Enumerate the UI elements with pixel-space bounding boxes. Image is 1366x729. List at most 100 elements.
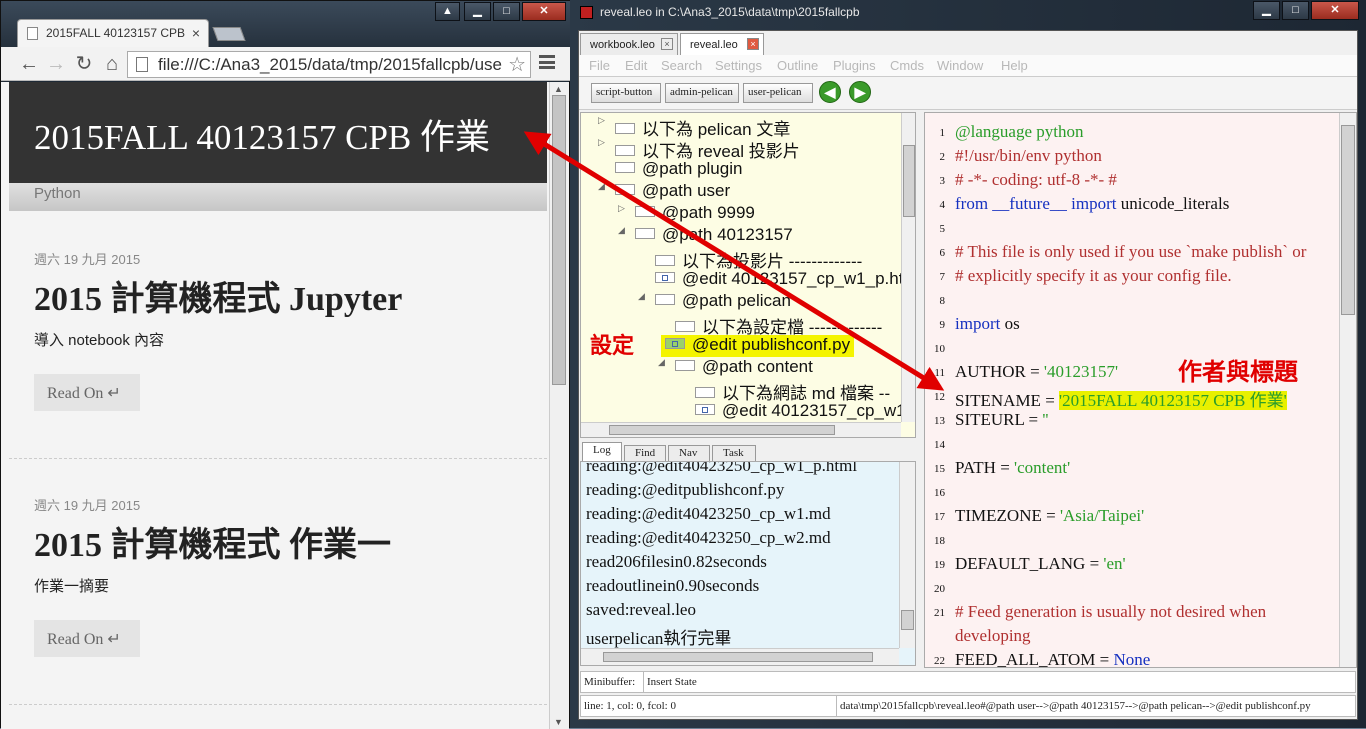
menu-settings[interactable]: Settings: [715, 58, 762, 73]
collapse-icon[interactable]: ◢: [638, 291, 645, 302]
line-number: 13: [934, 415, 945, 427]
code-token-highlighted: '2015FALL 40123157 CPB 作業': [1059, 391, 1287, 410]
minimize-button[interactable]: ▁: [1253, 1, 1280, 20]
log-tabs: Log Find Nav Task: [580, 441, 916, 463]
outline-scrollbar[interactable]: [901, 113, 915, 422]
scrollbar-thumb[interactable]: [901, 610, 914, 630]
expand-icon[interactable]: ▷: [598, 137, 605, 148]
outline-hscrollbar[interactable]: [581, 422, 901, 437]
home-icon[interactable]: ⌂: [100, 52, 124, 76]
tab-workbook[interactable]: workbook.leo ×: [580, 33, 678, 55]
status-path: data\tmp\2015fallcpb\reveal.leo#@path us…: [836, 696, 1356, 716]
tab-nav[interactable]: Nav: [668, 445, 710, 462]
scrollbar-thumb[interactable]: [1341, 125, 1355, 315]
bookmark-star-icon[interactable]: ☆: [508, 52, 526, 77]
menu-outline[interactable]: Outline: [777, 58, 818, 73]
page-scrollbar[interactable]: ▲ ▼: [549, 82, 569, 729]
menu-search[interactable]: Search: [661, 58, 702, 73]
menu-window[interactable]: Window: [937, 58, 983, 73]
button-bar: script-button admin-pelican user-pelican…: [579, 77, 1357, 110]
user-icon[interactable]: ▲: [435, 2, 460, 21]
outline-node[interactable]: @edit 40123157_cp_w1.m: [695, 401, 915, 423]
user-pelican-button[interactable]: user-pelican: [743, 83, 813, 103]
annotation-author-title: 作者與標題: [1178, 359, 1298, 386]
body-editor[interactable]: 1 2 3 4 5 6 7 8 9 10 11 12 13 14 15 16 1…: [924, 112, 1357, 668]
outline-node[interactable]: @edit 40123157_cp_w1_p.htm: [655, 269, 915, 291]
close-icon[interactable]: ×: [661, 38, 673, 50]
new-tab-button[interactable]: [212, 27, 246, 41]
menu-edit[interactable]: Edit: [625, 58, 647, 73]
outline-node[interactable]: ▷ @path 9999: [618, 203, 755, 225]
back-icon[interactable]: ←: [17, 52, 41, 76]
outline-node[interactable]: ▷ 以下為 pelican 文章: [598, 115, 790, 139]
scrollbar-thumb[interactable]: [903, 145, 915, 217]
menu-help[interactable]: Help: [1001, 58, 1028, 73]
outline-node[interactable]: ◢ @path content: [658, 357, 813, 379]
admin-pelican-button[interactable]: admin-pelican: [665, 83, 739, 103]
outline-node[interactable]: ◢ @path 40123157: [618, 225, 793, 247]
outline-node[interactable]: 以下為設定檔 -------------: [675, 313, 882, 337]
collapse-icon[interactable]: ◢: [598, 181, 605, 192]
script-button[interactable]: script-button: [591, 83, 661, 103]
scroll-up-icon[interactable]: ▲: [554, 84, 563, 94]
tab-task[interactable]: Task: [712, 445, 756, 462]
post-title[interactable]: 2015 計算機程式 作業一: [34, 517, 391, 566]
code-line: developing: [955, 626, 1031, 645]
forward-icon[interactable]: →: [44, 52, 68, 76]
scrollbar-thumb[interactable]: [609, 425, 835, 435]
menu-cmds[interactable]: Cmds: [890, 58, 924, 73]
outline-node-selected[interactable]: @edit publishconf.py: [661, 335, 855, 357]
line-number: 21: [934, 607, 945, 619]
code-token: SITEURL =: [955, 410, 1043, 429]
minibuffer-input[interactable]: Insert State: [643, 672, 1355, 692]
expand-icon[interactable]: ▷: [598, 115, 605, 126]
nav-item-python[interactable]: Python: [34, 185, 81, 202]
scrollbar-thumb[interactable]: [552, 95, 566, 385]
back-arrow-icon[interactable]: ◀: [819, 81, 841, 103]
line-number: 20: [934, 583, 945, 595]
menu-icon[interactable]: [539, 55, 555, 69]
collapse-icon[interactable]: ◢: [618, 225, 625, 236]
outline-node[interactable]: @path plugin: [615, 159, 742, 181]
outline-node[interactable]: ◢ @path pelican: [638, 291, 791, 313]
browser-tab[interactable]: 2015FALL 40123157 CPB ×: [17, 19, 209, 47]
forward-arrow-icon[interactable]: ▶: [849, 81, 871, 103]
tab-find[interactable]: Find: [624, 445, 666, 462]
node-icon: [675, 360, 695, 371]
close-window-button[interactable]: ✕: [522, 2, 566, 21]
site-title[interactable]: 2015FALL 40123157 CPB 作業: [34, 118, 490, 157]
collapse-icon[interactable]: ◢: [658, 357, 665, 368]
minimize-button[interactable]: ▁: [464, 2, 491, 21]
node-icon: [635, 228, 655, 239]
maximize-button[interactable]: □: [1282, 1, 1309, 20]
reload-icon[interactable]: ↻: [72, 52, 96, 76]
menu-plugins[interactable]: Plugins: [833, 58, 876, 73]
address-bar[interactable]: file:///C:/Ana3_2015/data/tmp/2015fallcp…: [127, 51, 531, 78]
post-title[interactable]: 2015 計算機程式 Jupyter: [34, 271, 402, 320]
outline-node[interactable]: ◢ @path user: [598, 181, 730, 203]
scrollbar-thumb[interactable]: [603, 652, 873, 662]
tab-log[interactable]: Log: [582, 442, 622, 462]
expand-icon[interactable]: ▷: [618, 203, 625, 214]
close-icon[interactable]: ×: [192, 25, 200, 41]
tab-reveal[interactable]: reveal.leo ×: [680, 33, 764, 56]
code-token: 'en': [1103, 554, 1126, 573]
log-scrollbar[interactable]: [899, 462, 915, 648]
node-icon: [615, 184, 635, 195]
editor-scrollbar[interactable]: [1339, 113, 1356, 667]
read-on-button[interactable]: Read On ↵: [34, 620, 140, 657]
outline-node[interactable]: ▷ 以下為 reveal 投影片: [598, 137, 800, 161]
read-on-button[interactable]: Read On ↵: [34, 374, 140, 411]
close-icon[interactable]: ×: [747, 38, 759, 50]
maximize-button[interactable]: □: [493, 2, 520, 21]
log-line: readoutlinein0.90seconds: [586, 576, 760, 595]
close-window-button[interactable]: ✕: [1311, 1, 1359, 20]
menu-file[interactable]: File: [589, 58, 610, 73]
file-icon: [136, 57, 148, 72]
log-hscrollbar[interactable]: [581, 648, 899, 665]
scroll-down-icon[interactable]: ▼: [554, 717, 563, 727]
tab-strip: 2015FALL 40123157 CPB × ▲ ▁ □ ✕: [1, 1, 571, 47]
outline-node[interactable]: 以下為網誌 md 檔案 --: [695, 379, 890, 403]
outline-node[interactable]: 以下為投影片 -------------: [655, 247, 862, 271]
code-line: # Feed generation is usually not desired…: [955, 602, 1267, 621]
